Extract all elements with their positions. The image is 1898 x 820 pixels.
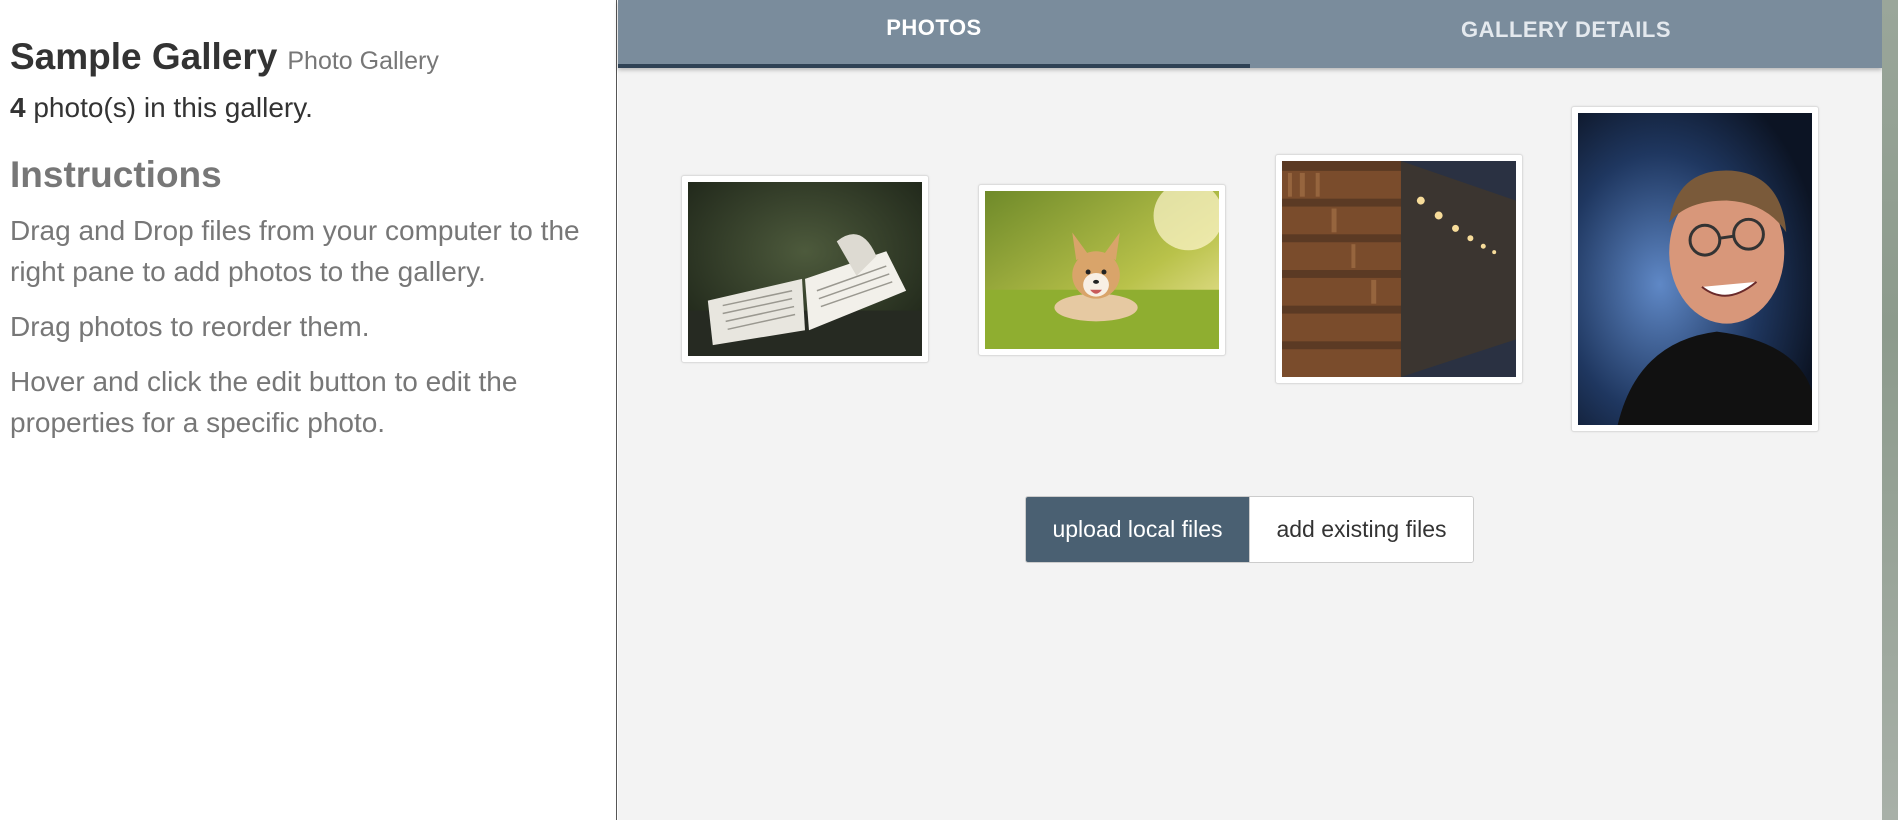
tab-bar: PHOTOS GALLERY DETAILS [618,0,1882,68]
instructions-heading: Instructions [10,154,222,195]
background-edge [1882,0,1898,820]
title-row: Sample Gallery Photo Gallery [10,36,606,78]
photo-thumbnail-book[interactable] [681,175,929,363]
portrait-image [1578,113,1812,425]
gallery-title: Sample Gallery [10,36,278,77]
book-image [688,182,922,356]
instruction-text: Drag and Drop files from your computer t… [10,215,580,287]
tab-photos[interactable]: PHOTOS [618,0,1250,68]
photo-thumbnail-portrait[interactable] [1571,106,1819,432]
add-files-button-group: upload local files add existing files [1025,496,1474,563]
library-image [1282,161,1516,377]
photo-count-suffix: photo(s) in this gallery. [25,92,313,123]
add-existing-files-button[interactable]: add existing files [1249,497,1473,562]
photo-count-line: 4 photo(s) in this gallery. [10,92,606,124]
dog-image [985,191,1219,349]
tab-gallery-details[interactable]: GALLERY DETAILS [1250,0,1882,68]
instruction-text: Drag photos to reorder them. [10,311,370,342]
photo-thumbnail-dog[interactable] [978,184,1226,356]
instruction-text: Hover and click the edit button to edit … [10,366,518,438]
photo-count: 4 [10,92,26,123]
photo-pane[interactable]: PHOTOS GALLERY DETAILS upload local file… [618,0,1882,820]
upload-local-files-button[interactable]: upload local files [1026,497,1249,562]
photo-thumbnail-library[interactable] [1275,154,1523,384]
gallery-subtitle: Photo Gallery [287,47,439,75]
sidebar: Sample Gallery Photo Gallery 4 photo(s) … [0,0,617,820]
